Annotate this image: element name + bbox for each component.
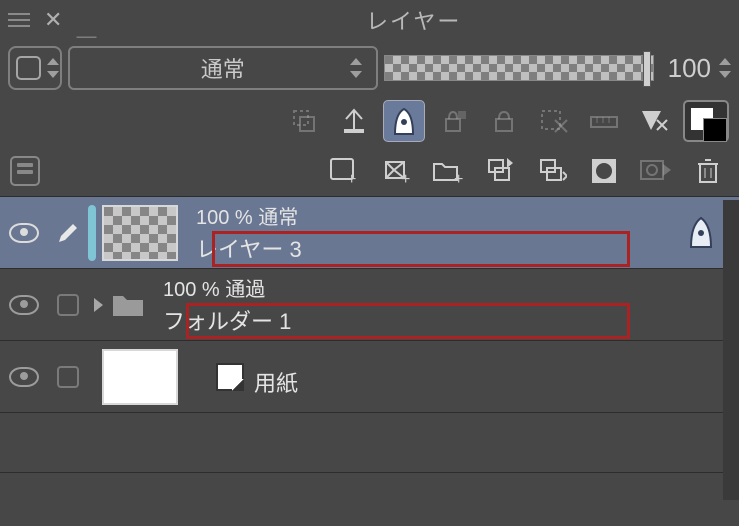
palette-color-box[interactable] (8, 46, 62, 90)
lock-transparent-icon[interactable] (433, 100, 475, 142)
layer-color-icon[interactable] (633, 100, 675, 142)
layer-list: 100 % 通常 レイヤー 3 100 % 通過 フォルダー 1 用紙 (0, 196, 739, 473)
visibility-icon[interactable] (9, 223, 39, 243)
layer-effect-toolbar (0, 96, 739, 146)
visibility-icon[interactable] (9, 295, 39, 315)
svg-text:+: + (401, 171, 410, 186)
new-raster-layer-icon[interactable]: + (323, 150, 365, 192)
layer-opacity-label: 100 % 通常 (196, 201, 302, 230)
merge-down-icon[interactable] (531, 150, 573, 192)
layer-opacity-label: 100 % 通過 (163, 273, 291, 302)
close-icon[interactable]: ✕ (44, 9, 62, 31)
lock-checkbox[interactable] (57, 366, 79, 388)
edit-icon (55, 220, 81, 246)
menu-icon[interactable] (8, 13, 30, 27)
layer-name[interactable]: 用紙 (254, 366, 298, 398)
layer-ops-toolbar: + + + (0, 146, 739, 196)
opacity-slider-thumb[interactable] (643, 51, 651, 87)
transfer-down-icon[interactable] (479, 150, 521, 192)
draft-badge-icon (687, 215, 717, 249)
apply-mask-icon[interactable] (635, 150, 677, 192)
panel-title: レイヤー (96, 4, 731, 36)
layer-mask-icon[interactable] (583, 150, 625, 192)
expand-icon[interactable] (94, 298, 103, 312)
new-vector-layer-icon[interactable]: + (375, 150, 417, 192)
selection-strip (88, 205, 96, 261)
blend-mode-select[interactable]: 通常 (68, 46, 378, 90)
reference-layer-icon[interactable] (333, 100, 375, 142)
opacity-value: 100 (668, 53, 711, 84)
panel-menu-icon[interactable] (10, 156, 40, 186)
quick-mask-icon[interactable] (683, 100, 729, 142)
layer-row[interactable]: 100 % 通過 フォルダー 1 (0, 269, 739, 341)
highlight-box (186, 303, 630, 339)
layer-row[interactable]: 100 % 通常 レイヤー 3 (0, 197, 739, 269)
minimize-icon[interactable]: ＿ (76, 12, 96, 41)
scrollbar[interactable] (723, 200, 739, 500)
lock-checkbox[interactable] (57, 294, 79, 316)
empty-row (0, 413, 739, 473)
draft-layer-icon[interactable] (383, 100, 425, 142)
visibility-icon[interactable] (9, 367, 39, 387)
svg-text:+: + (347, 171, 356, 186)
folder-icon (109, 288, 149, 322)
ruler-icon[interactable] (583, 100, 625, 142)
opacity-stepper[interactable] (719, 58, 731, 78)
new-folder-icon[interactable]: + (427, 150, 469, 192)
titlebar: ✕ ＿ レイヤー (0, 0, 739, 40)
layer-thumbnail[interactable] (102, 349, 178, 405)
layer-row[interactable]: 用紙 (0, 341, 739, 413)
blend-row: 通常 100 (0, 40, 739, 96)
highlight-box (212, 231, 630, 267)
clip-mask-icon[interactable] (283, 100, 325, 142)
mask-disable-icon[interactable] (533, 100, 575, 142)
layer-thumbnail[interactable] (102, 205, 178, 261)
paper-icon (216, 363, 244, 391)
blend-mode-value: 通常 (201, 52, 245, 84)
lock-icon[interactable] (483, 100, 525, 142)
opacity-slider[interactable] (384, 55, 654, 81)
delete-layer-icon[interactable] (687, 150, 729, 192)
svg-text:+: + (454, 171, 463, 186)
